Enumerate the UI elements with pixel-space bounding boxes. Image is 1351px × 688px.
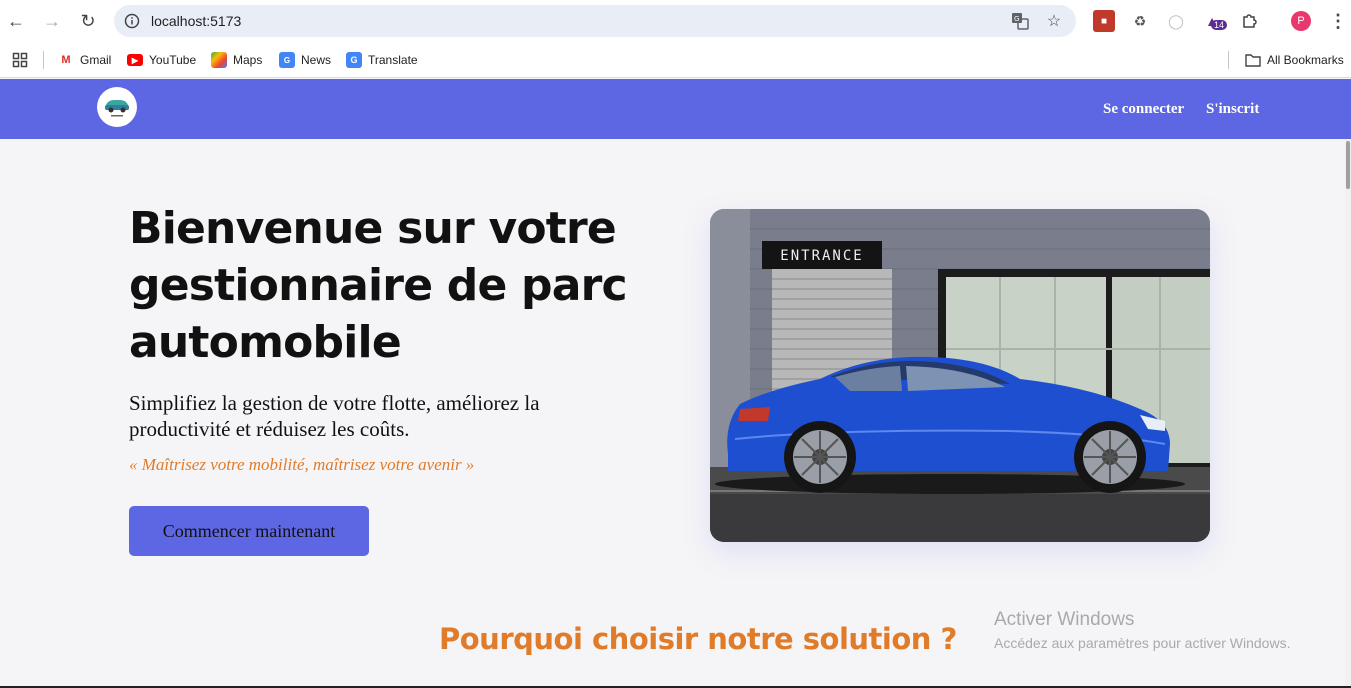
news-icon: G <box>279 52 295 68</box>
bookmark-label: Maps <box>233 53 263 67</box>
translate-icon: G <box>346 52 362 68</box>
scrollbar-thumb[interactable] <box>1346 141 1350 189</box>
login-link[interactable]: Se connecter <box>1103 101 1184 118</box>
bookmarks-divider <box>43 51 44 69</box>
extension-badge: 14 <box>1211 20 1228 30</box>
reload-icon[interactable]: ↻ <box>76 9 100 33</box>
bookmark-translate[interactable]: G Translate <box>346 50 418 70</box>
forward-icon[interactable]: → <box>40 9 64 33</box>
bookmark-label: Gmail <box>80 53 112 67</box>
svg-text:G: G <box>1014 15 1019 23</box>
browser-toolbar: ← → ↻ localhost:5173 G ☆ ■ ♻ ◯ ▲14 P ⋮ <box>0 0 1351 42</box>
back-icon[interactable]: ← <box>4 9 28 33</box>
maps-icon <box>211 52 227 68</box>
youtube-icon: ▶ <box>127 54 143 66</box>
bookmarks-divider <box>1228 51 1229 69</box>
bookmark-label: Translate <box>368 53 418 67</box>
bookmark-maps[interactable]: Maps <box>211 50 262 70</box>
app-logo[interactable] <box>97 87 137 127</box>
windows-activation-title: Activer Windows <box>994 609 1135 630</box>
browser-menu-icon[interactable]: ⋮ <box>1328 9 1348 33</box>
extension-recycle-icon[interactable]: ♻ <box>1129 10 1151 32</box>
extension-red-icon[interactable]: ■ <box>1093 10 1115 32</box>
bookmark-star-icon[interactable]: ☆ <box>1044 11 1064 31</box>
translate-page-icon[interactable]: G <box>1010 11 1030 31</box>
site-info-icon[interactable] <box>122 11 142 31</box>
all-bookmarks[interactable]: All Bookmarks <box>1245 50 1344 70</box>
windows-activation-subtitle: Accédez aux paramètres pour activer Wind… <box>994 635 1291 651</box>
hero-subtitle: Simplifiez la gestion de votre flotte, a… <box>129 391 540 441</box>
section-title: Pourquoi choisir notre solution ? <box>439 622 957 656</box>
extension-circle-icon[interactable]: ◯ <box>1165 10 1187 32</box>
hero-quote: « Maîtrisez votre mobilité, maîtrisez vo… <box>129 455 475 474</box>
bookmark-gmail[interactable]: M Gmail <box>58 50 111 70</box>
extensions-puzzle-icon[interactable] <box>1238 10 1260 32</box>
address-bar[interactable]: localhost:5173 G ☆ <box>114 5 1076 37</box>
url-text[interactable]: localhost:5173 <box>151 13 241 29</box>
bookmark-label: YouTube <box>149 53 197 67</box>
hero-title: Bienvenue sur votre gestionnaire de parc… <box>129 203 628 368</box>
gmail-icon: M <box>61 54 71 66</box>
entrance-sign: ENTRANCE <box>780 248 863 264</box>
app-navbar: Se connecter S'inscrit <box>0 79 1351 139</box>
profile-avatar[interactable]: P <box>1291 11 1311 31</box>
folder-icon <box>1245 52 1261 68</box>
get-started-button[interactable]: Commencer maintenant <box>129 506 369 556</box>
hero-car-image: ENTRANCE <box>710 209 1210 542</box>
bookmark-news[interactable]: G News <box>279 50 331 70</box>
extension-hat-icon[interactable]: ▲14 <box>1201 10 1228 32</box>
bookmarks-bar: M Gmail ▶ YouTube Maps G News G Translat… <box>0 42 1351 78</box>
apps-grid-icon[interactable] <box>12 50 28 70</box>
page-scrollbar[interactable] <box>1345 139 1351 688</box>
bookmark-label: News <box>301 53 332 67</box>
bookmark-youtube[interactable]: ▶ YouTube <box>127 50 196 70</box>
all-bookmarks-label: All Bookmarks <box>1267 53 1344 67</box>
signup-link[interactable]: S'inscrit <box>1206 101 1259 118</box>
